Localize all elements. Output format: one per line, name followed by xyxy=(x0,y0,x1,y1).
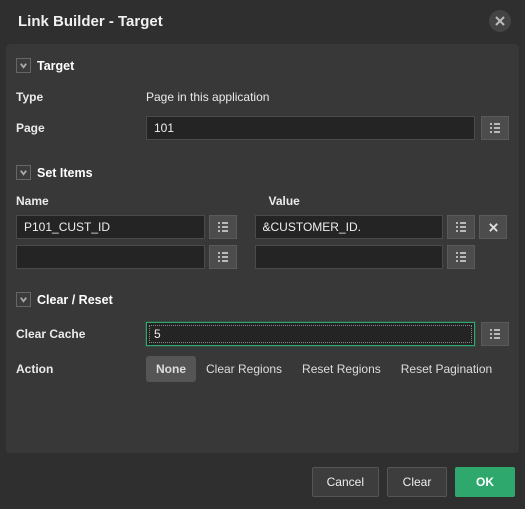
list-icon xyxy=(454,220,468,234)
section-target-header[interactable]: Target xyxy=(14,52,511,83)
action-reset-regions[interactable]: Reset Regions xyxy=(292,356,391,382)
chevron-down-icon xyxy=(16,292,31,307)
clear-button[interactable]: Clear xyxy=(387,467,447,497)
item-value-input[interactable] xyxy=(255,245,444,269)
dialog-footer: Cancel Clear OK xyxy=(0,459,525,509)
ok-button[interactable]: OK xyxy=(455,467,515,497)
list-icon xyxy=(488,327,502,341)
page-lov-button[interactable] xyxy=(481,116,509,140)
value-type: Page in this application xyxy=(146,90,269,104)
item-name-input[interactable] xyxy=(16,215,205,239)
item-delete-button[interactable] xyxy=(479,215,507,239)
chevron-down-icon xyxy=(16,165,31,180)
chevron-down-icon xyxy=(16,58,31,73)
action-segmented: None Clear Regions Reset Regions Reset P… xyxy=(146,356,502,382)
item-name-lov-button[interactable] xyxy=(209,215,237,239)
item-name-lov-button[interactable] xyxy=(209,245,237,269)
col-head-value: Value xyxy=(269,190,510,212)
label-clear-cache: Clear Cache xyxy=(16,327,146,341)
item-value-lov-button[interactable] xyxy=(447,245,475,269)
row-page: Page xyxy=(14,111,511,145)
close-icon xyxy=(488,222,499,233)
row-clear-cache: Clear Cache xyxy=(14,317,511,351)
clear-cache-input[interactable] xyxy=(146,322,475,346)
section-set-items-title: Set Items xyxy=(37,166,93,180)
col-head-name: Name xyxy=(16,190,257,212)
list-icon xyxy=(488,121,502,135)
action-reset-pagination[interactable]: Reset Pagination xyxy=(391,356,502,382)
set-items-row xyxy=(14,212,511,242)
section-clear-reset-title: Clear / Reset xyxy=(37,293,113,307)
label-page: Page xyxy=(16,121,146,135)
set-items-row xyxy=(14,242,511,272)
item-value-input[interactable] xyxy=(255,215,444,239)
section-set-items-header[interactable]: Set Items xyxy=(14,159,511,190)
label-type: Type xyxy=(16,90,146,104)
label-action: Action xyxy=(16,362,146,376)
page-input[interactable] xyxy=(146,116,475,140)
dialog-header: Link Builder - Target xyxy=(0,0,525,44)
cancel-button[interactable]: Cancel xyxy=(312,467,379,497)
list-icon xyxy=(216,220,230,234)
action-none[interactable]: None xyxy=(146,356,196,382)
row-type: Type Page in this application xyxy=(14,83,511,111)
set-items-headers: Name Value xyxy=(14,190,511,212)
section-clear-reset-header[interactable]: Clear / Reset xyxy=(14,286,511,317)
action-clear-regions[interactable]: Clear Regions xyxy=(196,356,292,382)
item-value-lov-button[interactable] xyxy=(447,215,475,239)
list-icon xyxy=(216,250,230,264)
close-icon xyxy=(494,15,506,27)
dialog-title: Link Builder - Target xyxy=(18,13,163,30)
section-target-title: Target xyxy=(37,59,74,73)
dialog-body: Target Type Page in this application Pag… xyxy=(6,44,519,453)
row-action: Action None Clear Regions Reset Regions … xyxy=(14,351,511,387)
clear-cache-lov-button[interactable] xyxy=(481,322,509,346)
list-icon xyxy=(454,250,468,264)
close-button[interactable] xyxy=(489,10,511,32)
item-name-input[interactable] xyxy=(16,245,205,269)
